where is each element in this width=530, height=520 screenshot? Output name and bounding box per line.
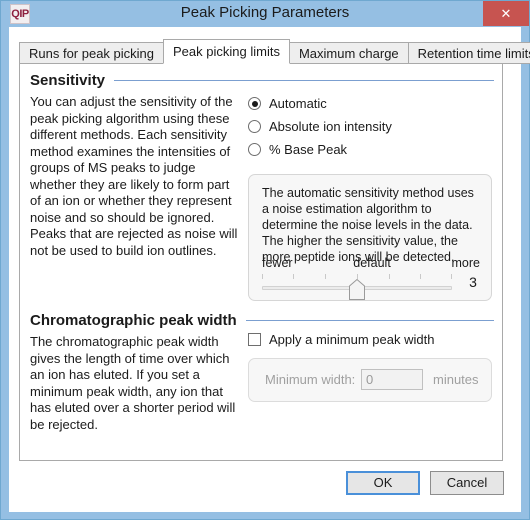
minimum-width-input[interactable]: 0 (361, 369, 423, 390)
slider-label-fewer: fewer (262, 256, 293, 270)
chromatographic-peak-width-heading: Chromatographic peak width (30, 312, 237, 329)
sensitivity-heading: Sensitivity (30, 72, 106, 89)
radio-absolute-ion-intensity-label: Absolute ion intensity (269, 119, 392, 134)
chromatographic-peak-width-divider (245, 320, 494, 321)
sensitivity-section-header: Sensitivity (30, 72, 494, 89)
checkbox-apply-minimum-peak-width-label: Apply a minimum peak width (269, 332, 435, 347)
slider-label-more: more (451, 256, 480, 270)
radio-automatic-label: Automatic (269, 96, 327, 111)
sensitivity-slider[interactable] (262, 274, 452, 300)
cancel-button[interactable]: Cancel (430, 471, 504, 495)
sensitivity-info-text: The automatic sensitivity method uses a … (262, 186, 474, 264)
dialog-footer: OK Cancel (346, 471, 504, 495)
sensitivity-info-panel: The automatic sensitivity method uses a … (248, 174, 492, 301)
minimum-width-units: minutes (433, 372, 479, 387)
tab-peak-picking-limits[interactable]: Peak picking limits (163, 39, 290, 64)
radio-absolute-ion-intensity[interactable]: Absolute ion intensity (248, 115, 392, 138)
sensitivity-divider (114, 80, 494, 81)
sensitivity-value: 3 (469, 274, 477, 290)
minimum-width-label: Minimum width: (265, 372, 356, 387)
chromatographic-peak-width-section-header: Chromatographic peak width (30, 312, 494, 329)
minimum-width-panel: Minimum width: 0 minutes (248, 358, 492, 402)
title-bar: QIP Peak Picking Parameters ✕ (1, 1, 529, 27)
tab-maximum-charge[interactable]: Maximum charge (288, 42, 409, 64)
close-icon[interactable]: ✕ (483, 1, 529, 26)
sensitivity-method-radio-group: Automatic Absolute ion intensity % Base … (248, 92, 392, 161)
window-title: Peak Picking Parameters (180, 4, 350, 21)
slider-label-default: default (353, 256, 391, 270)
slider-thumb[interactable] (349, 279, 365, 300)
dialog-body: Runs for peak picking Peak picking limit… (9, 27, 530, 512)
tab-strip: Runs for peak picking Peak picking limit… (19, 39, 530, 64)
checkbox-apply-minimum-peak-width-mark (248, 333, 261, 346)
radio-automatic[interactable]: Automatic (248, 92, 392, 115)
radio-absolute-ion-intensity-mark (248, 120, 261, 133)
tab-panel-peak-picking-limits: Sensitivity You can adjust the sensitivi… (19, 63, 503, 461)
tab-retention-time-limits[interactable]: Retention time limits (407, 42, 530, 64)
tab-runs-for-peak-picking[interactable]: Runs for peak picking (19, 42, 165, 64)
slider-scale-labels: fewer default more (262, 256, 480, 270)
radio-automatic-mark (248, 97, 261, 110)
radio-percent-base-peak-label: % Base Peak (269, 142, 348, 157)
radio-percent-base-peak-mark (248, 143, 261, 156)
chromatographic-peak-width-description: The chromatographic peak width gives the… (30, 334, 236, 432)
ok-button[interactable]: OK (346, 471, 420, 495)
radio-percent-base-peak[interactable]: % Base Peak (248, 138, 392, 161)
dialog-window: QIP Peak Picking Parameters ✕ Runs for p… (0, 0, 530, 520)
checkbox-apply-minimum-peak-width[interactable]: Apply a minimum peak width (248, 332, 434, 347)
sensitivity-description: You can adjust the sensitivity of the pe… (30, 94, 238, 258)
